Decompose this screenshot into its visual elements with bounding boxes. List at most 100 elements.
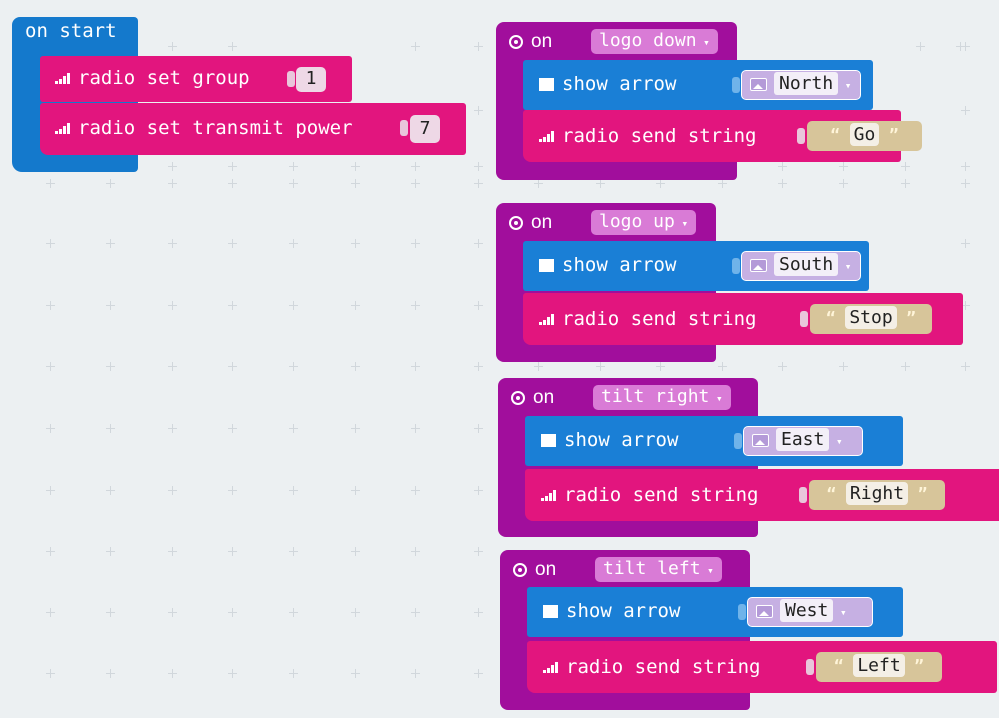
grid-plus-mark — [351, 424, 360, 433]
show-arrow-text: show arrow — [564, 429, 679, 451]
grid-plus-mark — [474, 301, 483, 310]
gesture-dropdown[interactable]: logo up ▾ — [591, 210, 697, 235]
arrow-direction-value: West — [780, 599, 834, 622]
radio-send-string-text: radio send string — [562, 125, 757, 147]
grid-plus-mark — [961, 106, 970, 115]
radio-set-group-label: radio set group — [55, 69, 250, 88]
arrow-direction-dropdown[interactable]: South ▾ — [741, 251, 861, 281]
show-arrow-label: show arrow — [541, 431, 678, 450]
on-gesture-label: on — [511, 388, 554, 407]
radio-set-transmit-power-label: radio set transmit power — [55, 119, 353, 138]
signal-icon — [55, 73, 72, 84]
grid-plus-mark — [961, 162, 970, 171]
grid-plus-mark — [411, 179, 420, 188]
grid-plus-mark — [46, 301, 55, 310]
show-arrow-text: show arrow — [566, 600, 681, 622]
grid-plus-mark — [596, 179, 605, 188]
grid-plus-mark — [474, 42, 483, 51]
string-input[interactable]: “ Go ” — [807, 121, 922, 151]
grid-plus-mark — [901, 179, 910, 188]
grid-plus-mark — [168, 362, 177, 371]
grid-plus-mark — [46, 424, 55, 433]
chevron-down-icon: ▾ — [709, 392, 723, 405]
string-input[interactable]: “ Right ” — [809, 480, 945, 510]
radio-send-string-block[interactable]: radio send string “ Stop ” — [523, 293, 963, 345]
radio-group-value[interactable]: 1 — [296, 67, 326, 92]
arrow-direction-dropdown[interactable]: North ▾ — [741, 70, 861, 100]
input-notch — [800, 311, 808, 327]
show-arrow-block[interactable]: show arrow East ▾ — [525, 416, 903, 466]
arrow-direction-dropdown[interactable]: West ▾ — [747, 597, 873, 627]
grid-plus-mark — [289, 669, 298, 678]
radio-send-string-block[interactable]: radio send string “ Left ” — [527, 641, 997, 693]
event-target-icon — [513, 562, 527, 577]
grid-plus-mark — [289, 608, 298, 617]
gesture-dropdown[interactable]: tilt right ▾ — [593, 385, 731, 410]
input-notch — [400, 120, 408, 136]
radio-send-string-label: radio send string — [543, 658, 760, 677]
grid-plus-mark — [351, 239, 360, 248]
transmit-power-value[interactable]: 7 — [410, 115, 440, 143]
grid-plus-mark — [474, 179, 483, 188]
grid-plus-mark — [168, 424, 177, 433]
grid-plus-mark — [718, 362, 727, 371]
show-arrow-block[interactable]: show arrow North ▾ — [523, 60, 873, 110]
gesture-dropdown[interactable]: tilt left ▾ — [595, 557, 722, 582]
message-value[interactable]: Go — [849, 123, 880, 146]
radio-send-string-label: radio send string — [539, 310, 756, 329]
grid-plus-mark — [411, 669, 420, 678]
grid-plus-mark — [46, 239, 55, 248]
grid-plus-mark — [901, 162, 910, 171]
radio-send-string-block[interactable]: radio send string “ Go ” — [523, 110, 922, 162]
grid-plus-mark — [289, 362, 298, 371]
on-keyword: on — [533, 387, 555, 408]
grid-plus-mark — [168, 239, 177, 248]
string-input[interactable]: “ Left ” — [816, 652, 942, 682]
input-notch — [806, 659, 814, 675]
show-arrow-label: show arrow — [539, 256, 676, 275]
radio-send-string-block[interactable]: radio send string “ Right ” — [525, 469, 999, 521]
grid-plus-mark — [474, 424, 483, 433]
grid-plus-mark — [916, 42, 925, 51]
signal-icon — [543, 662, 560, 673]
led-grid-icon — [539, 259, 554, 272]
grid-plus-mark — [474, 547, 483, 556]
message-value[interactable]: Left — [853, 654, 905, 677]
grid-plus-mark — [839, 162, 848, 171]
grid-plus-mark — [411, 239, 420, 248]
grid-plus-mark — [961, 362, 970, 371]
show-arrow-block[interactable]: show arrow South ▾ — [523, 241, 869, 291]
radio-set-group-block[interactable]: radio set group 1 — [40, 56, 352, 102]
grid-plus-mark — [228, 301, 237, 310]
grid-plus-mark — [411, 42, 420, 51]
grid-plus-mark — [778, 179, 787, 188]
show-arrow-block[interactable]: show arrow West ▾ — [527, 587, 903, 637]
radio-send-string-label: radio send string — [539, 127, 756, 146]
chevron-down-icon: ▾ — [674, 217, 689, 230]
chevron-down-icon: ▾ — [696, 36, 710, 49]
image-icon — [756, 604, 773, 618]
input-notch — [732, 258, 740, 274]
event-target-icon — [509, 215, 523, 230]
grid-plus-mark — [411, 424, 420, 433]
message-value[interactable]: Right — [845, 482, 909, 505]
grid-plus-mark — [351, 301, 360, 310]
grid-plus-mark — [289, 424, 298, 433]
chevron-down-icon: ▾ — [833, 606, 847, 619]
arrow-direction-dropdown[interactable]: East ▾ — [743, 426, 863, 456]
grid-plus-mark — [106, 179, 115, 188]
chevron-down-icon: ▾ — [700, 564, 714, 577]
grid-plus-mark — [778, 362, 787, 371]
message-value[interactable]: Stop — [845, 306, 897, 329]
grid-plus-mark — [168, 669, 177, 678]
on-keyword: on — [531, 31, 553, 52]
grid-plus-mark — [168, 301, 177, 310]
grid-plus-mark — [106, 608, 115, 617]
on-gesture-label: on — [509, 213, 552, 232]
grid-plus-mark — [168, 608, 177, 617]
string-input[interactable]: “ Stop ” — [810, 304, 932, 334]
grid-plus-mark — [46, 362, 55, 371]
grid-plus-mark — [168, 162, 177, 171]
radio-set-transmit-power-block[interactable]: radio set transmit power 7 — [40, 103, 466, 155]
gesture-dropdown[interactable]: logo down ▾ — [591, 29, 718, 54]
